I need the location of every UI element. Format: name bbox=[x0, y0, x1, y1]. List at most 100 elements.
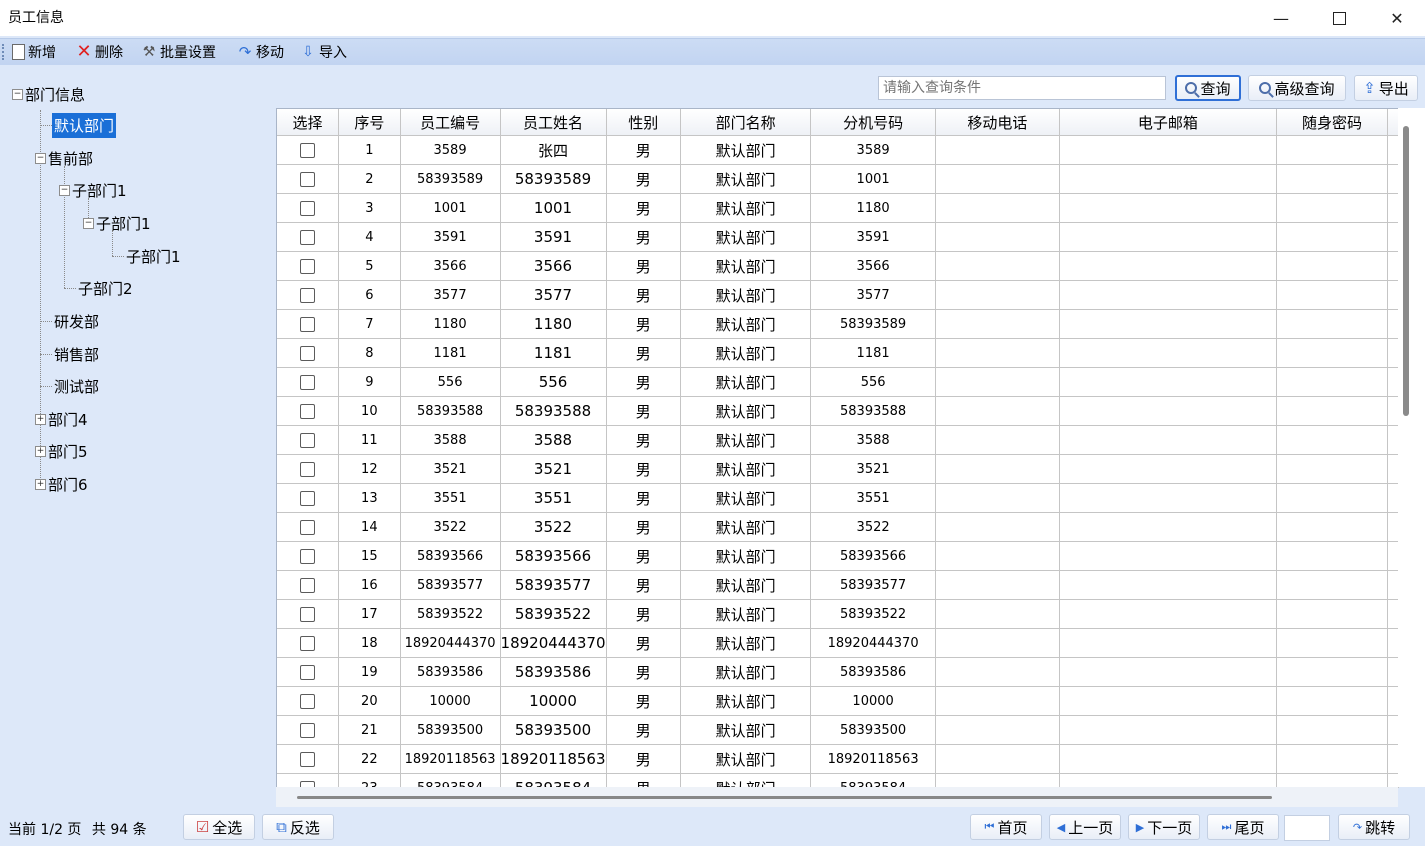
previous-page-button[interactable]: ◀ 上一页 bbox=[1049, 814, 1121, 840]
row-checkbox[interactable] bbox=[300, 200, 316, 216]
expand-icon[interactable]: + bbox=[35, 445, 46, 457]
row-checkbox[interactable] bbox=[300, 142, 316, 158]
row-checkbox[interactable] bbox=[300, 316, 316, 332]
row-checkbox[interactable] bbox=[300, 258, 316, 274]
column-header-index[interactable]: 序号 bbox=[338, 109, 401, 136]
row-checkbox[interactable] bbox=[300, 722, 316, 738]
table-row[interactable]: 3 1001 1001 男默认部门 1180 bbox=[277, 193, 1399, 223]
column-header-email[interactable]: 电子邮箱 bbox=[1059, 109, 1277, 136]
collapse-icon[interactable]: − bbox=[83, 217, 94, 229]
move-button[interactable]: ↷ 移动 bbox=[237, 42, 284, 62]
page-number-input[interactable] bbox=[1284, 815, 1330, 841]
expand-icon[interactable]: + bbox=[35, 413, 46, 425]
table-row[interactable]: 14 3522 3522 男默认部门 3522 bbox=[277, 512, 1399, 542]
export-button[interactable]: ⇪ 导出 bbox=[1354, 75, 1418, 101]
table-row[interactable]: 6 3577 3577 男默认部门 3577 bbox=[277, 280, 1399, 310]
tree-node-sub1-1[interactable]: − 子部门1 bbox=[83, 209, 151, 237]
minimize-button[interactable]: — bbox=[1252, 0, 1310, 36]
table-row[interactable]: 22 18920118563 18920118563 男默认部门 18920118563 bbox=[277, 744, 1399, 774]
table-row[interactable]: 235839358458393584男默认部门58393584 bbox=[277, 773, 1399, 788]
row-checkbox[interactable] bbox=[300, 374, 316, 390]
row-checkbox[interactable] bbox=[300, 403, 316, 419]
advanced-query-button[interactable]: 高级查询 bbox=[1248, 75, 1346, 101]
tree-node-test[interactable]: 测试部 bbox=[54, 372, 99, 400]
table-row[interactable]: 10 58393588 58393588 男默认部门 58393588 bbox=[277, 396, 1399, 426]
table-row[interactable]: 17 58393522 58393522 男默认部门 58393522 bbox=[277, 599, 1399, 629]
last-page-button[interactable]: ⏭ 尾页 bbox=[1207, 814, 1279, 840]
table-row[interactable]: 13 3551 3551 男默认部门 3551 bbox=[277, 483, 1399, 513]
select-all-button[interactable]: ☑ 全选 bbox=[183, 814, 255, 840]
row-checkbox[interactable] bbox=[300, 548, 316, 564]
expand-icon[interactable]: + bbox=[35, 478, 46, 490]
row-checkbox[interactable] bbox=[300, 432, 316, 448]
column-header-mobile[interactable]: 移动电话 bbox=[935, 109, 1060, 136]
tree-node-dept4[interactable]: + 部门4 bbox=[35, 405, 88, 433]
next-page-button[interactable]: ▶ 下一页 bbox=[1128, 814, 1200, 840]
tree-node-dept5[interactable]: + 部门5 bbox=[35, 437, 88, 465]
tree-node-presales[interactable]: − 售前部 bbox=[35, 144, 93, 172]
table-row[interactable]: 12 3521 3521 男默认部门 3521 bbox=[277, 454, 1399, 484]
tree-node-sub1-1-1[interactable]: 子部门1 bbox=[126, 242, 181, 270]
tree-node-rd[interactable]: 研发部 bbox=[54, 307, 99, 335]
first-page-button[interactable]: ⏮ 首页 bbox=[970, 814, 1042, 840]
maximize-button[interactable] bbox=[1310, 0, 1368, 36]
row-checkbox[interactable] bbox=[300, 490, 316, 506]
invert-selection-button[interactable]: ⧉ 反选 bbox=[262, 814, 334, 840]
collapse-icon[interactable]: − bbox=[12, 88, 23, 100]
row-checkbox[interactable] bbox=[300, 606, 316, 622]
vertical-scrollbar[interactable] bbox=[1403, 126, 1409, 416]
tree-node-sales[interactable]: 销售部 bbox=[54, 340, 99, 368]
table-row[interactable]: 19 58393586 58393586 男默认部门 58393586 bbox=[277, 657, 1399, 687]
table-row[interactable]: 1 3589 张四男默认部门 3589 bbox=[277, 135, 1399, 165]
column-header-employee-name[interactable]: 员工姓名 bbox=[500, 109, 607, 136]
new-button[interactable]: 新增 bbox=[12, 42, 56, 62]
table-row[interactable]: 20 10000 10000 男默认部门 10000 bbox=[277, 686, 1399, 716]
row-checkbox[interactable] bbox=[300, 345, 316, 361]
table-row[interactable]: 5 3566 3566 男默认部门 3566 bbox=[277, 251, 1399, 281]
table-row[interactable]: 7 1180 1180 男默认部门 58393589 bbox=[277, 309, 1399, 339]
row-checkbox[interactable] bbox=[300, 693, 316, 709]
column-header-select[interactable]: 选择 bbox=[277, 109, 340, 136]
column-header-department[interactable]: 部门名称 bbox=[680, 109, 812, 136]
table-row[interactable]: 16 58393577 58393577 男默认部门 58393577 bbox=[277, 570, 1399, 600]
table-row[interactable]: 15 58393566 58393566 男默认部门 58393566 bbox=[277, 541, 1399, 571]
tree-node-sub2[interactable]: 子部门2 bbox=[78, 274, 133, 302]
table-row[interactable]: 21 58393500 58393500 男默认部门 58393500 bbox=[277, 715, 1399, 745]
filler-cell bbox=[1387, 744, 1399, 774]
department-cell: 默认部门 bbox=[680, 338, 812, 368]
tree-node-dept6[interactable]: + 部门6 bbox=[35, 470, 88, 498]
close-button[interactable]: ✕ bbox=[1368, 0, 1425, 36]
tree-node-sub1[interactable]: − 子部门1 bbox=[59, 176, 127, 204]
table-row[interactable]: 4 3591 3591 男默认部门 3591 bbox=[277, 222, 1399, 252]
table-row[interactable]: 11 3588 3588 男默认部门 3588 bbox=[277, 425, 1399, 455]
tree-node-default-dept[interactable]: 默认部门 bbox=[52, 111, 117, 139]
collapse-icon[interactable]: − bbox=[35, 152, 46, 164]
row-checkbox[interactable] bbox=[300, 664, 316, 680]
toolbar-grip[interactable] bbox=[2, 44, 6, 60]
column-header-employee-id[interactable]: 员工编号 bbox=[400, 109, 501, 136]
table-row[interactable]: 18 18920444370 18920444370 男默认部门 18920444370 bbox=[277, 628, 1399, 658]
row-checkbox[interactable] bbox=[300, 751, 316, 767]
table-row[interactable]: 8 1181 1181 男默认部门 1181 bbox=[277, 338, 1399, 368]
horizontal-scrollbar[interactable] bbox=[297, 796, 1272, 799]
search-input[interactable] bbox=[878, 76, 1166, 100]
column-header-extension[interactable]: 分机号码 bbox=[810, 109, 936, 136]
jump-button[interactable]: ↷ 跳转 bbox=[1338, 814, 1410, 840]
batch-settings-button[interactable]: ⚒ 批量设置 bbox=[141, 42, 216, 62]
table-row[interactable]: 2 58393589 58393589 男默认部门 1001 bbox=[277, 164, 1399, 194]
column-header-gender[interactable]: 性别 bbox=[606, 109, 681, 136]
column-header-token-password[interactable]: 随身密码 bbox=[1276, 109, 1389, 136]
row-checkbox[interactable] bbox=[300, 171, 316, 187]
row-checkbox[interactable] bbox=[300, 519, 316, 535]
delete-button[interactable]: ✕ 删除 bbox=[76, 42, 123, 62]
row-checkbox[interactable] bbox=[300, 287, 316, 303]
import-button[interactable]: ⇩ 导入 bbox=[300, 42, 347, 62]
collapse-icon[interactable]: − bbox=[59, 184, 70, 196]
row-checkbox[interactable] bbox=[300, 635, 316, 651]
row-checkbox[interactable] bbox=[300, 229, 316, 245]
tree-node-root[interactable]: − 部门信息 bbox=[12, 80, 85, 108]
query-button[interactable]: 查询 bbox=[1175, 75, 1241, 101]
row-checkbox[interactable] bbox=[300, 461, 316, 477]
row-checkbox[interactable] bbox=[300, 577, 316, 593]
table-row[interactable]: 9 556 556 男默认部门 556 bbox=[277, 367, 1399, 397]
